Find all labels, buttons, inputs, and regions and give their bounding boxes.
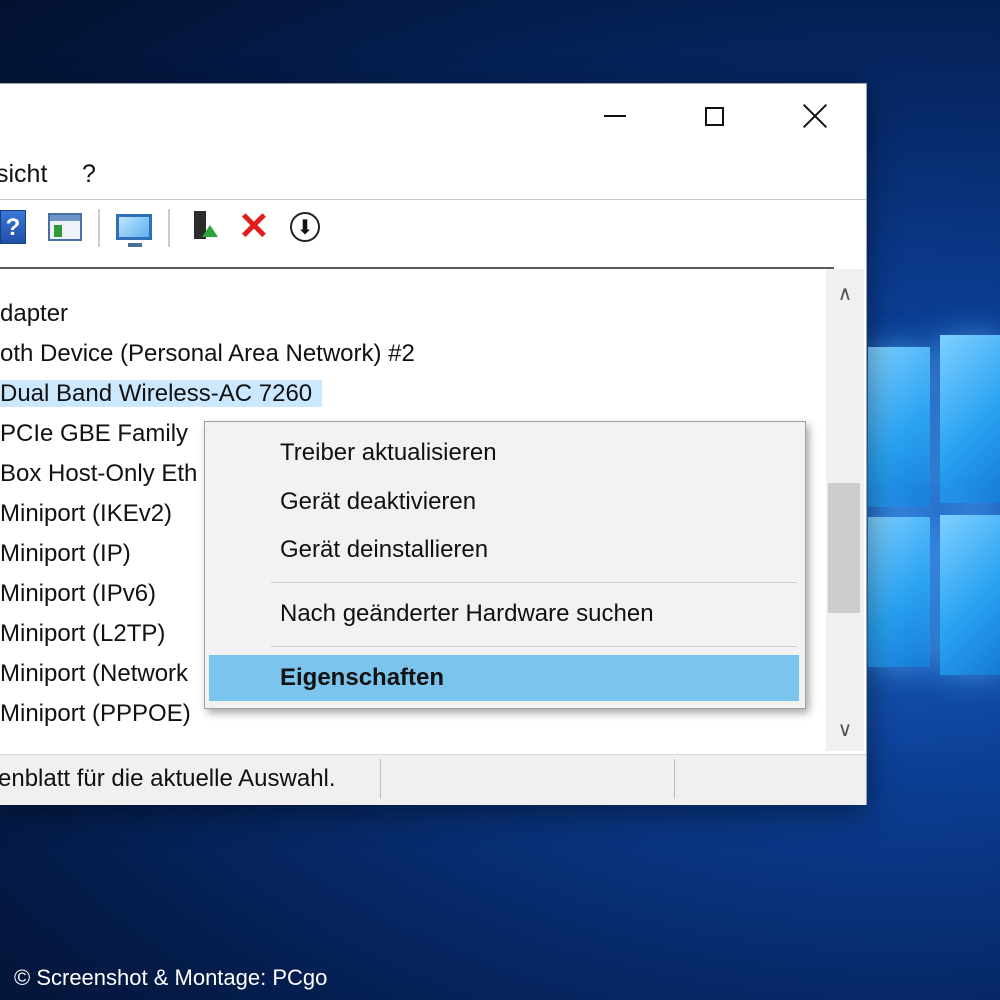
help-button[interactable]: ? [0,209,26,245]
tree-row[interactable]: Miniport (IKEv2) [0,497,172,531]
vertical-scrollbar[interactable]: ∧ ∨ [826,269,864,751]
download-icon: ⬇ [290,212,320,242]
download-button[interactable]: ⬇ [290,209,320,245]
menu-item-scan-hardware[interactable]: Nach geänderter Hardware suchen [209,591,799,637]
menu-item-update-driver[interactable]: Treiber aktualisieren [209,430,799,476]
tree-row-selected[interactable]: Dual Band Wireless-AC 7260 [0,377,323,411]
maximize-icon [704,106,724,126]
menu-item-disable-device[interactable]: Gerät deaktivieren [209,479,799,525]
minimize-button[interactable] [583,90,647,142]
properties-panel-icon [48,213,82,241]
toolbar-separator [168,209,170,247]
update-driver-icon [190,209,218,245]
tree-row[interactable]: Miniport (PPPOE) [0,697,191,731]
menu-item-properties[interactable]: Eigenschaften [209,655,799,701]
menu-separator [271,646,797,647]
title-bar [0,84,866,148]
tree-row[interactable]: Miniport (IPv6) [0,577,156,611]
toolbar-separator [98,209,100,247]
uninstall-button[interactable]: ✕ [238,206,270,248]
scroll-thumb[interactable] [828,483,860,613]
close-button[interactable] [783,90,847,142]
tree-row[interactable]: dapter [0,297,68,331]
tree-row[interactable]: Box Host-Only Eth [0,457,197,491]
menu-ansicht[interactable]: sicht [0,160,47,189]
scan-hardware-icon [116,214,152,247]
help-icon: ? [0,210,26,244]
scroll-up-icon[interactable]: ∧ [826,273,864,313]
status-divider [380,759,381,799]
menu-divider [0,199,866,200]
update-driver-button[interactable] [190,209,218,245]
menu-help[interactable]: ? [82,160,96,189]
uninstall-icon: ✕ [238,206,270,248]
close-icon [802,103,828,129]
status-divider [674,759,675,799]
tree-row[interactable]: Miniport (IP) [0,537,131,571]
windows-logo [862,335,1000,685]
menu-bar: sicht ? [0,148,866,200]
menu-item-uninstall-device[interactable]: Gerät deinstallieren [209,527,799,573]
toolbar: ? ✕ ⬇ [0,201,866,253]
image-credit: © Screenshot & Montage: PCgo [14,965,328,990]
tree-row[interactable]: PCIe GBE Family [0,417,188,451]
status-text: enblatt für die aktuelle Auswahl. [0,765,336,792]
tree-row[interactable]: Miniport (L2TP) [0,617,165,651]
scan-hardware-button[interactable] [116,209,152,247]
properties-panel-button[interactable] [48,209,82,245]
tree-row[interactable]: Miniport (Network [0,657,188,691]
status-bar: enblatt für die aktuelle Auswahl. [0,754,866,805]
menu-separator [271,582,797,583]
scroll-down-icon[interactable]: ∨ [826,709,864,749]
context-menu: Treiber aktualisieren Gerät deaktivieren… [204,421,806,709]
minimize-icon [604,115,626,117]
tree-row[interactable]: oth Device (Personal Area Network) #2 [0,337,415,371]
maximize-button[interactable] [682,90,746,142]
